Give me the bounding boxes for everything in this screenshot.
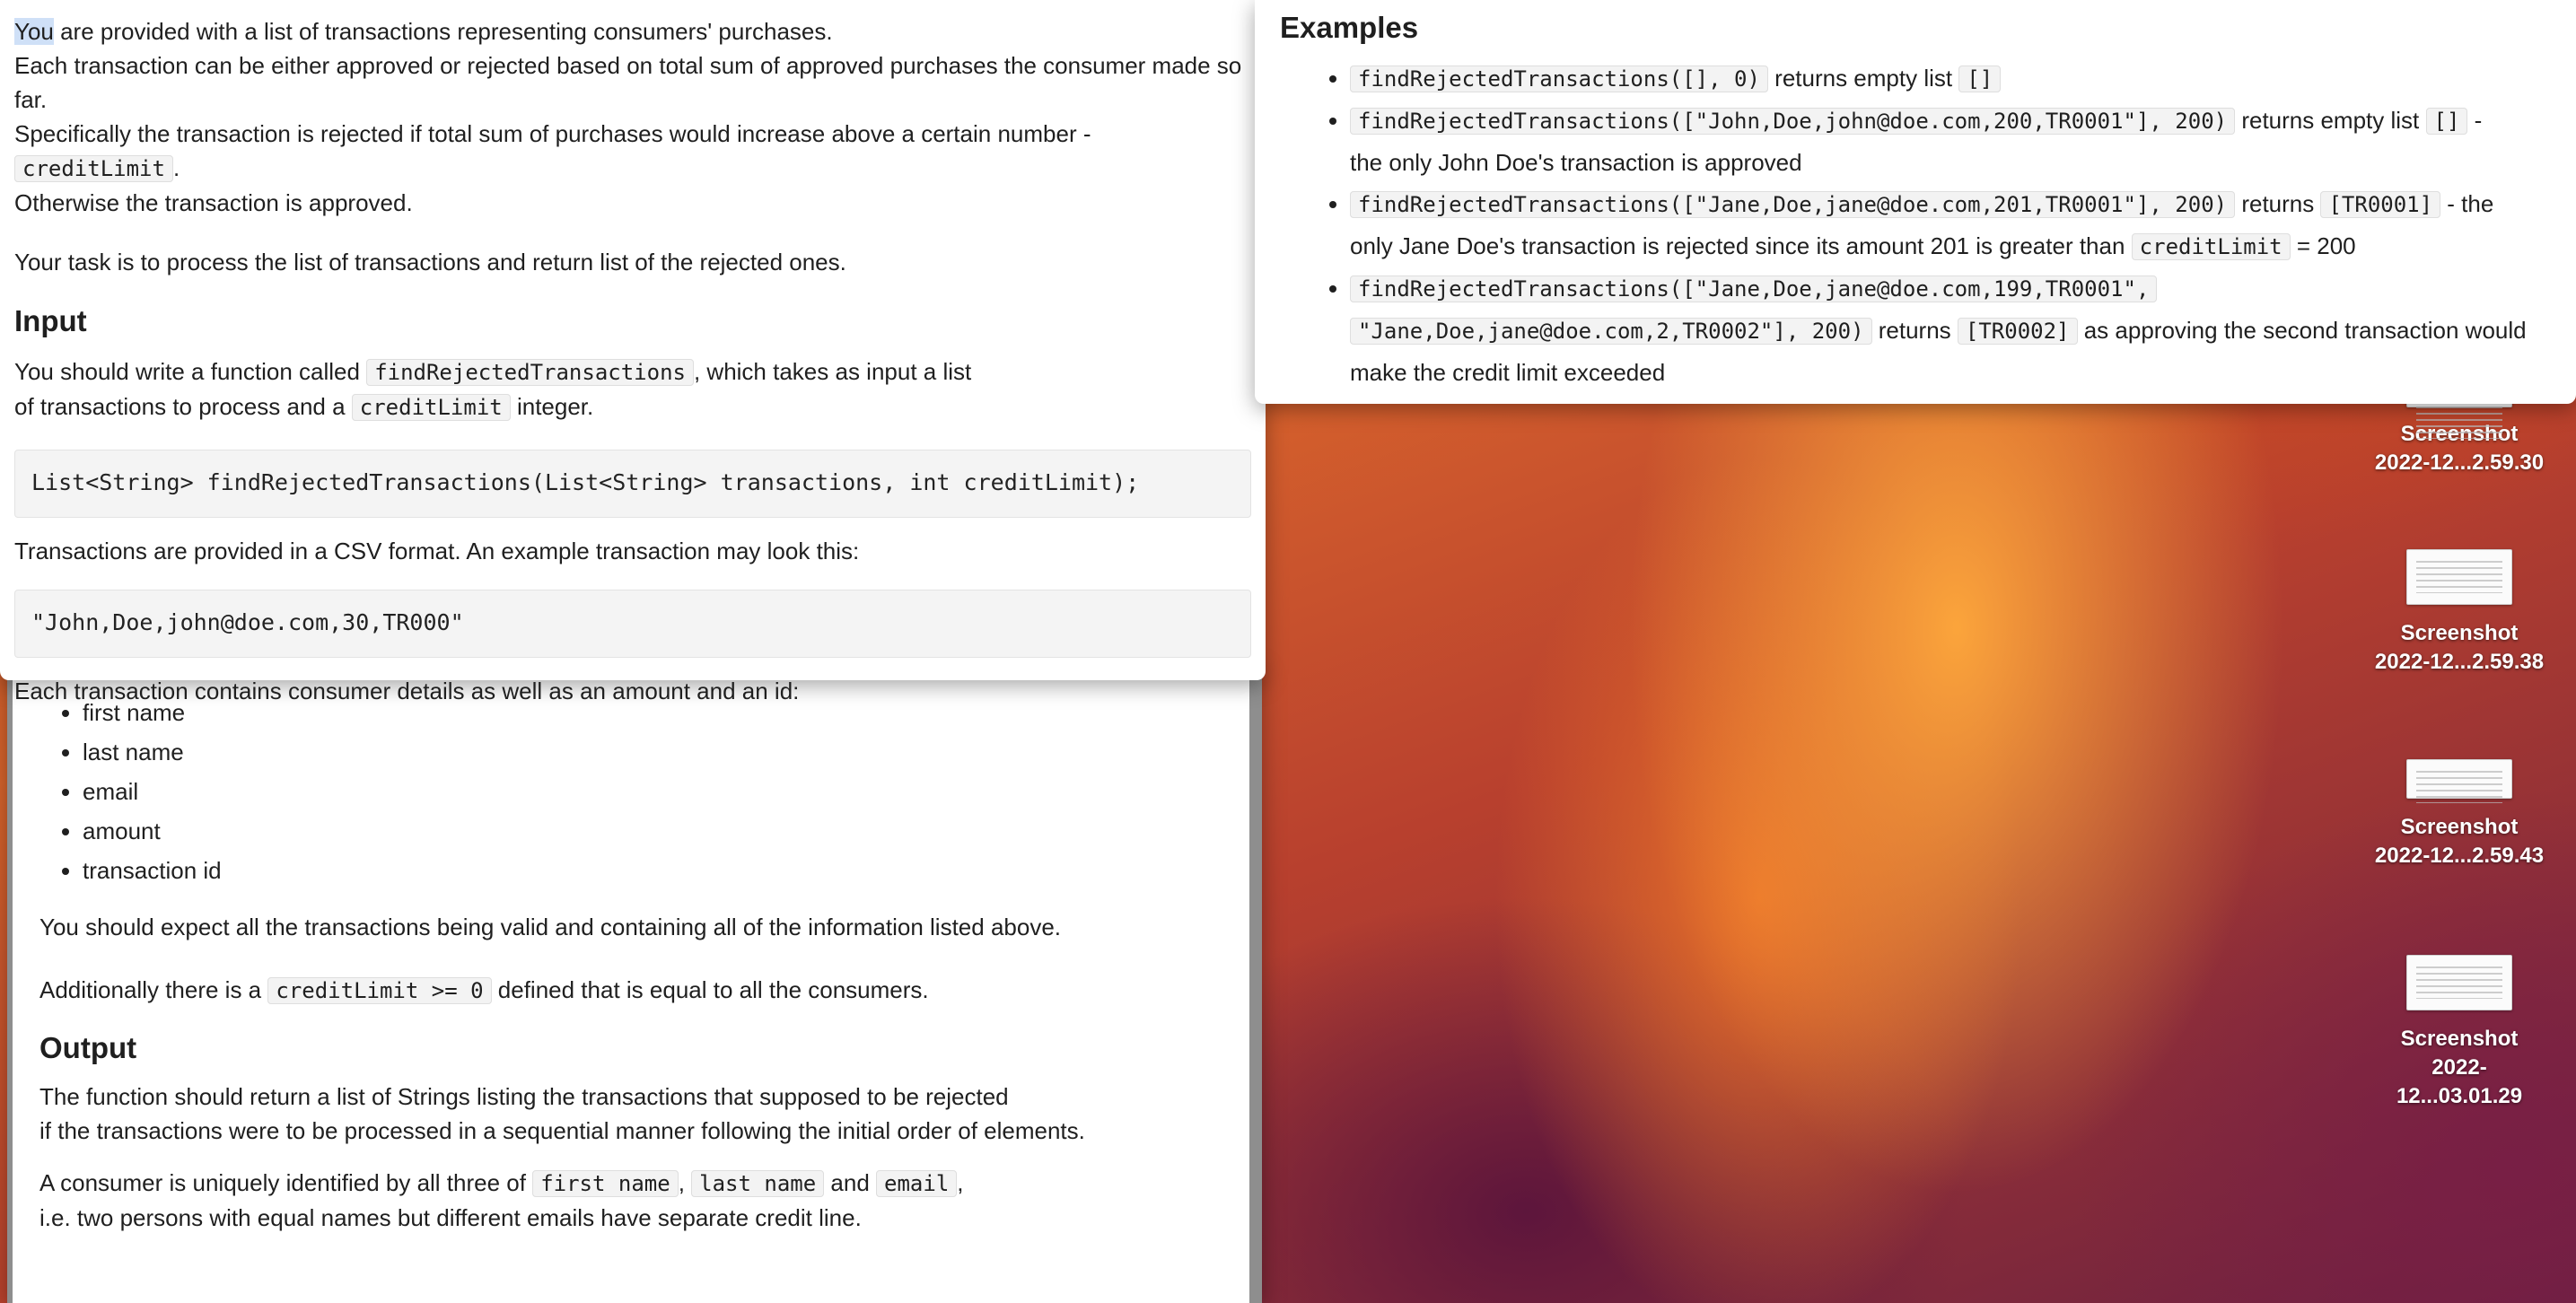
selected-text[interactable]: You [14,18,54,45]
desktop-file-screenshot-2[interactable]: Screenshot 2022-12...2.59.38 [2370,549,2549,677]
inline-code: [] [2425,108,2468,135]
signature-codeblock: List<String> findRejectedTransactions(Li… [14,450,1251,518]
inline-code: last name [691,1170,825,1197]
example-item: findRejectedTransactions(["John,Doe,john… [1350,100,2560,183]
list-item: last name [83,732,1249,772]
csv-example-codeblock: "John,Doe,john@doe.com,30,TR000" [14,590,1251,658]
example-item: findRejectedTransactions(["Jane,Doe,jane… [1350,183,2560,267]
inline-code: creditLimit [14,155,173,182]
input-text: You should write a function called findR… [14,358,972,421]
file-label: Screenshot 2022-12...2.59.38 [2374,621,2545,674]
examples-heading: Examples [1280,11,1419,44]
inline-code: findRejectedTransactions([], 0) [1350,66,1768,92]
task-window-lower: first name last name email amount transa… [7,664,1262,1303]
valid-text: You should expect all the transactions b… [39,914,1062,940]
example-item: findRejectedTransactions([], 0) returns … [1350,57,2560,100]
file-thumbnail [2406,759,2512,803]
input-heading: Input [14,304,87,337]
file-label: Screenshot 2022-12...03.01.29 [2396,1027,2523,1108]
task-text: Your task is to process the list of tran… [14,249,846,275]
field-list: first name last name email amount transa… [13,693,1249,890]
task-window-upper: You are provided with a list of transact… [0,0,1266,704]
csv-text: Transactions are provided in a CSV forma… [14,538,860,564]
output-heading: Output [39,1031,137,1064]
intro-text: You are provided with a list of transact… [14,18,1242,216]
list-item: transaction id [83,851,1249,890]
inline-code: email [876,1170,958,1197]
file-thumbnail [2406,955,2512,1010]
inline-code: "Jane,Doe,jane@doe.com,2,TR0002"], 200) [1350,318,1872,345]
example-item: findRejectedTransactions(["Jane,Doe,jane… [1350,267,2560,393]
inline-code: [TR0001] [2320,191,2441,218]
inline-code: findRejectedTransactions(["Jane,Doe,jane… [1350,275,2158,302]
output-text: The function should return a list of Str… [39,1083,1085,1144]
consumer-text: A consumer is uniquely identified by all… [39,1169,964,1231]
examples-window: Examples findRejectedTransactions([], 0)… [1255,0,2576,404]
list-item: email [83,772,1249,811]
inline-code: findRejectedTransactions [366,359,694,386]
examples-list: findRejectedTransactions([], 0) returns … [1280,57,2560,393]
desktop-file-screenshot-3[interactable]: Screenshot 2022-12...2.59.43 [2370,759,2549,870]
details-text: Each transaction contains consumer detai… [14,678,800,704]
file-thumbnail [2406,549,2512,605]
desktop-file-screenshot-4[interactable]: Screenshot 2022-12...03.01.29 [2370,955,2549,1111]
list-item: amount [83,811,1249,851]
file-label: Screenshot 2022-12...2.59.43 [2374,815,2545,868]
desktop-file-screenshot-1[interactable]: Screenshot 2022-12...2.59.30 [2370,395,2549,477]
inline-code: creditLimit [351,394,511,421]
inline-code: creditLimit [2131,233,2291,260]
inline-code: [] [1958,66,2002,92]
inline-code: [TR0002] [1957,318,2078,345]
inline-code: creditLimit >= 0 [267,977,492,1004]
credit-limit-text: Additionally there is a creditLimit >= 0… [39,976,929,1004]
inline-code: findRejectedTransactions(["Jane,Doe,jane… [1350,191,2236,218]
inline-code: first name [532,1170,679,1197]
inline-code: findRejectedTransactions(["John,Doe,john… [1350,108,2236,135]
